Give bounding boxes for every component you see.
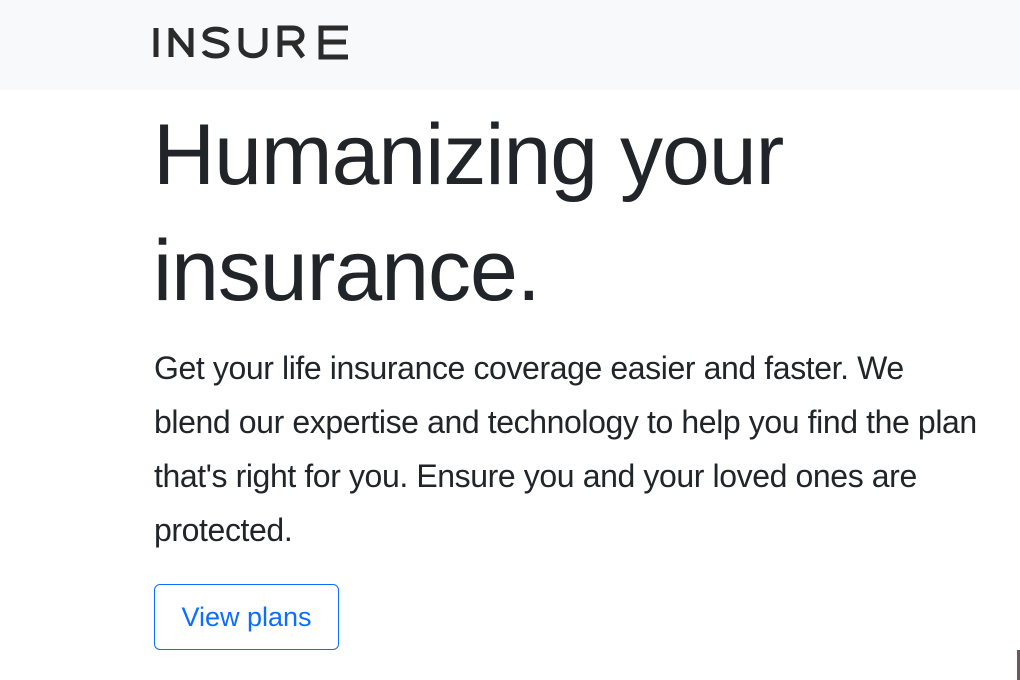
insure-logo[interactable]: [153, 24, 357, 60]
hero-title: Humanizing your insurance.: [153, 107, 784, 319]
insure-logo-graphic: [153, 25, 348, 60]
navbar: [0, 0, 1020, 90]
view-plans-button[interactable]: View plans: [154, 584, 339, 650]
hero-description: Get your life insurance coverage easier …: [154, 350, 977, 548]
